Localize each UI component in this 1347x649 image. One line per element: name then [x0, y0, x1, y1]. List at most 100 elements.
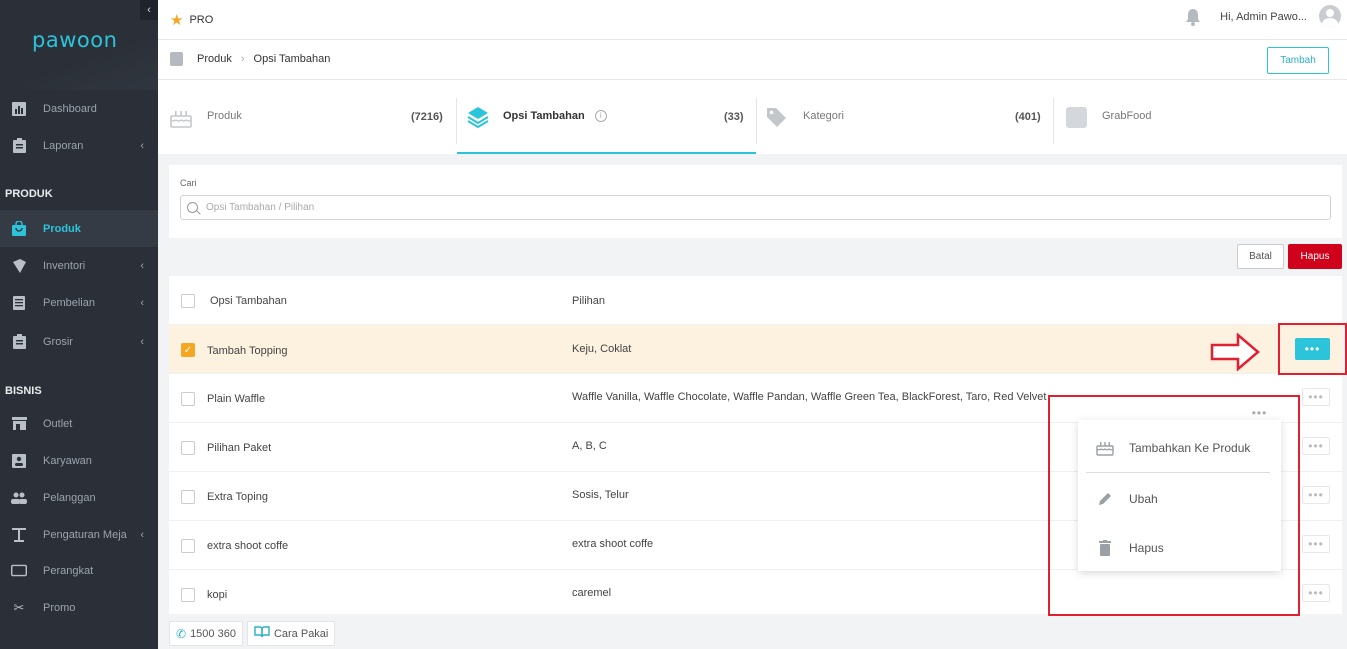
id-card-icon	[11, 453, 27, 468]
breadcrumb-current: Opsi Tambahan	[253, 53, 331, 65]
section-produk: PRODUK	[5, 188, 53, 200]
tab-produk[interactable]: Produk (7216)	[170, 98, 456, 154]
row-checkbox[interactable]	[181, 539, 195, 553]
grabfood-icon	[1066, 107, 1087, 128]
tab-kategori[interactable]: Kategori (401)	[766, 98, 1053, 154]
chevron-right-icon: ›	[240, 53, 245, 65]
sidebar-item-promo[interactable]: ✂ Promo	[0, 589, 158, 626]
row-options: A, B, C	[572, 440, 607, 452]
tab-label: Kategori	[803, 110, 844, 122]
arrow-right-icon	[1210, 333, 1260, 371]
user-greeting[interactable]: Hi, Admin Pawo...	[1220, 11, 1307, 23]
tab-divider	[756, 98, 757, 144]
table-row[interactable]: ✓ Tambah Topping Keju, Coklat •••	[169, 325, 1342, 374]
layers-icon	[467, 106, 489, 131]
tab-count: (401)	[1015, 111, 1041, 123]
chevron-left-icon[interactable]: ‹	[140, 0, 158, 20]
sidebar-item-grosir[interactable]: Grosir ‹	[0, 323, 158, 360]
add-button[interactable]: Tambah	[1267, 47, 1329, 74]
clipboard-icon	[11, 334, 27, 349]
tab-grabfood[interactable]: GrabFood	[1066, 98, 1266, 154]
sidebar-item-label: Pengaturan Meja	[43, 528, 127, 541]
row-name: kopi	[207, 589, 228, 601]
sidebar-item-pembelian[interactable]: Pembelian ‹	[0, 284, 158, 321]
cancel-button[interactable]: Batal	[1237, 244, 1284, 269]
sidebar-item-pengaturan-meja[interactable]: Pengaturan Meja ‹	[0, 516, 158, 553]
sidebar-item-label: Pelanggan	[43, 491, 96, 504]
document-icon	[11, 295, 27, 310]
sidebar-item-outlet[interactable]: Outlet	[0, 405, 158, 442]
sidebar-item-label: Karyawan	[43, 454, 92, 467]
sidebar-item-label: Grosir	[43, 335, 73, 348]
store-icon	[11, 417, 27, 431]
sidebar-item-inventori[interactable]: Inventori ‹	[0, 247, 158, 284]
more-options-button[interactable]: •••	[1302, 584, 1330, 602]
search-input[interactable]	[206, 199, 1306, 216]
phone-icon: ✆	[176, 626, 187, 641]
highlight-box-menu	[1048, 395, 1300, 616]
phone-support-button[interactable]: ✆ 1500 360	[169, 621, 243, 646]
tab-label: Opsi Tambahan	[503, 110, 585, 122]
sidebar-header: pawoon ‹	[0, 0, 158, 90]
search-box[interactable]	[180, 195, 1331, 220]
box-icon	[11, 258, 27, 273]
sidebar-item-laporan[interactable]: Laporan ‹	[0, 127, 158, 164]
scissors-icon: ✂	[13, 599, 25, 615]
row-checkbox[interactable]	[181, 392, 195, 406]
cake-icon	[170, 108, 192, 131]
sidebar-item-label: Promo	[43, 601, 76, 614]
sidebar-item-dashboard[interactable]: Dashboard	[0, 90, 158, 127]
star-icon: ★	[170, 12, 184, 29]
more-options-button[interactable]: •••	[1302, 437, 1330, 455]
more-options-button[interactable]: •••	[1302, 486, 1330, 504]
row-checkbox[interactable]	[181, 588, 195, 602]
tab-label: Produk	[207, 110, 242, 122]
tab-divider	[1053, 98, 1054, 144]
pawoon-logo[interactable]: pawoon	[32, 28, 117, 52]
tab-count: (7216)	[411, 111, 443, 123]
chevron-left-icon: ‹	[140, 335, 144, 348]
row-checkbox[interactable]	[181, 441, 195, 455]
shopping-bag-icon	[11, 221, 27, 236]
sidebar-item-label: Produk	[43, 222, 81, 235]
chevron-left-icon: ‹	[140, 528, 144, 541]
tab-opsi-tambahan[interactable]: Opsi Tambahan i (33)	[457, 98, 756, 154]
row-name: Extra Toping	[207, 491, 268, 503]
chevron-left-icon: ‹	[140, 296, 144, 309]
more-options-button[interactable]: •••	[1302, 388, 1330, 406]
row-name: Plain Waffle	[207, 393, 266, 405]
row-checkbox[interactable]: ✓	[181, 343, 195, 357]
more-options-button[interactable]: •••	[1302, 535, 1330, 553]
sidebar-item-produk[interactable]: Produk	[0, 210, 158, 247]
row-options: Keju, Coklat	[572, 343, 632, 355]
select-all-checkbox[interactable]	[181, 294, 195, 308]
sidebar-item-label: Outlet	[43, 417, 73, 430]
top-bar: ★ PRO Hi, Admin Pawo...	[158, 0, 1347, 40]
search-icon	[187, 202, 198, 213]
tab-label: GrabFood	[1102, 110, 1152, 122]
bell-icon[interactable]	[1185, 8, 1201, 26]
book-icon	[254, 626, 270, 641]
clipboard-icon	[11, 138, 27, 153]
footer: ✆ 1500 360 Cara Pakai	[169, 621, 336, 646]
breadcrumb-root[interactable]: Produk	[197, 53, 232, 65]
tag-icon	[766, 107, 787, 131]
delete-button[interactable]: Hapus	[1288, 244, 1342, 269]
avatar[interactable]	[1319, 5, 1341, 27]
sidebar-item-label: Inventori	[43, 259, 86, 272]
chevron-left-icon: ‹	[140, 259, 144, 272]
phone-number: 1500 360	[190, 627, 236, 640]
row-name: Tambah Topping	[207, 345, 288, 357]
sidebar-item-pelanggan[interactable]: Pelanggan	[0, 479, 158, 516]
row-options: extra shoot coffe	[572, 538, 654, 550]
row-checkbox[interactable]	[181, 490, 195, 504]
header-opsi-tambahan: Opsi Tambahan	[210, 295, 287, 307]
sidebar-item-perangkat[interactable]: Perangkat	[0, 552, 158, 589]
tab-bar: Produk (7216) Opsi Tambahan i (33) Kateg…	[158, 80, 1347, 154]
sidebar-item-karyawan[interactable]: Karyawan	[0, 442, 158, 479]
people-icon	[11, 491, 27, 505]
table-header: Opsi Tambahan Pilihan	[169, 276, 1342, 325]
guide-button[interactable]: Cara Pakai	[246, 621, 336, 646]
info-icon[interactable]: i	[594, 110, 607, 122]
sidebar: pawoon ‹ Dashboard Laporan ‹ PRODUK Prod…	[0, 0, 158, 649]
